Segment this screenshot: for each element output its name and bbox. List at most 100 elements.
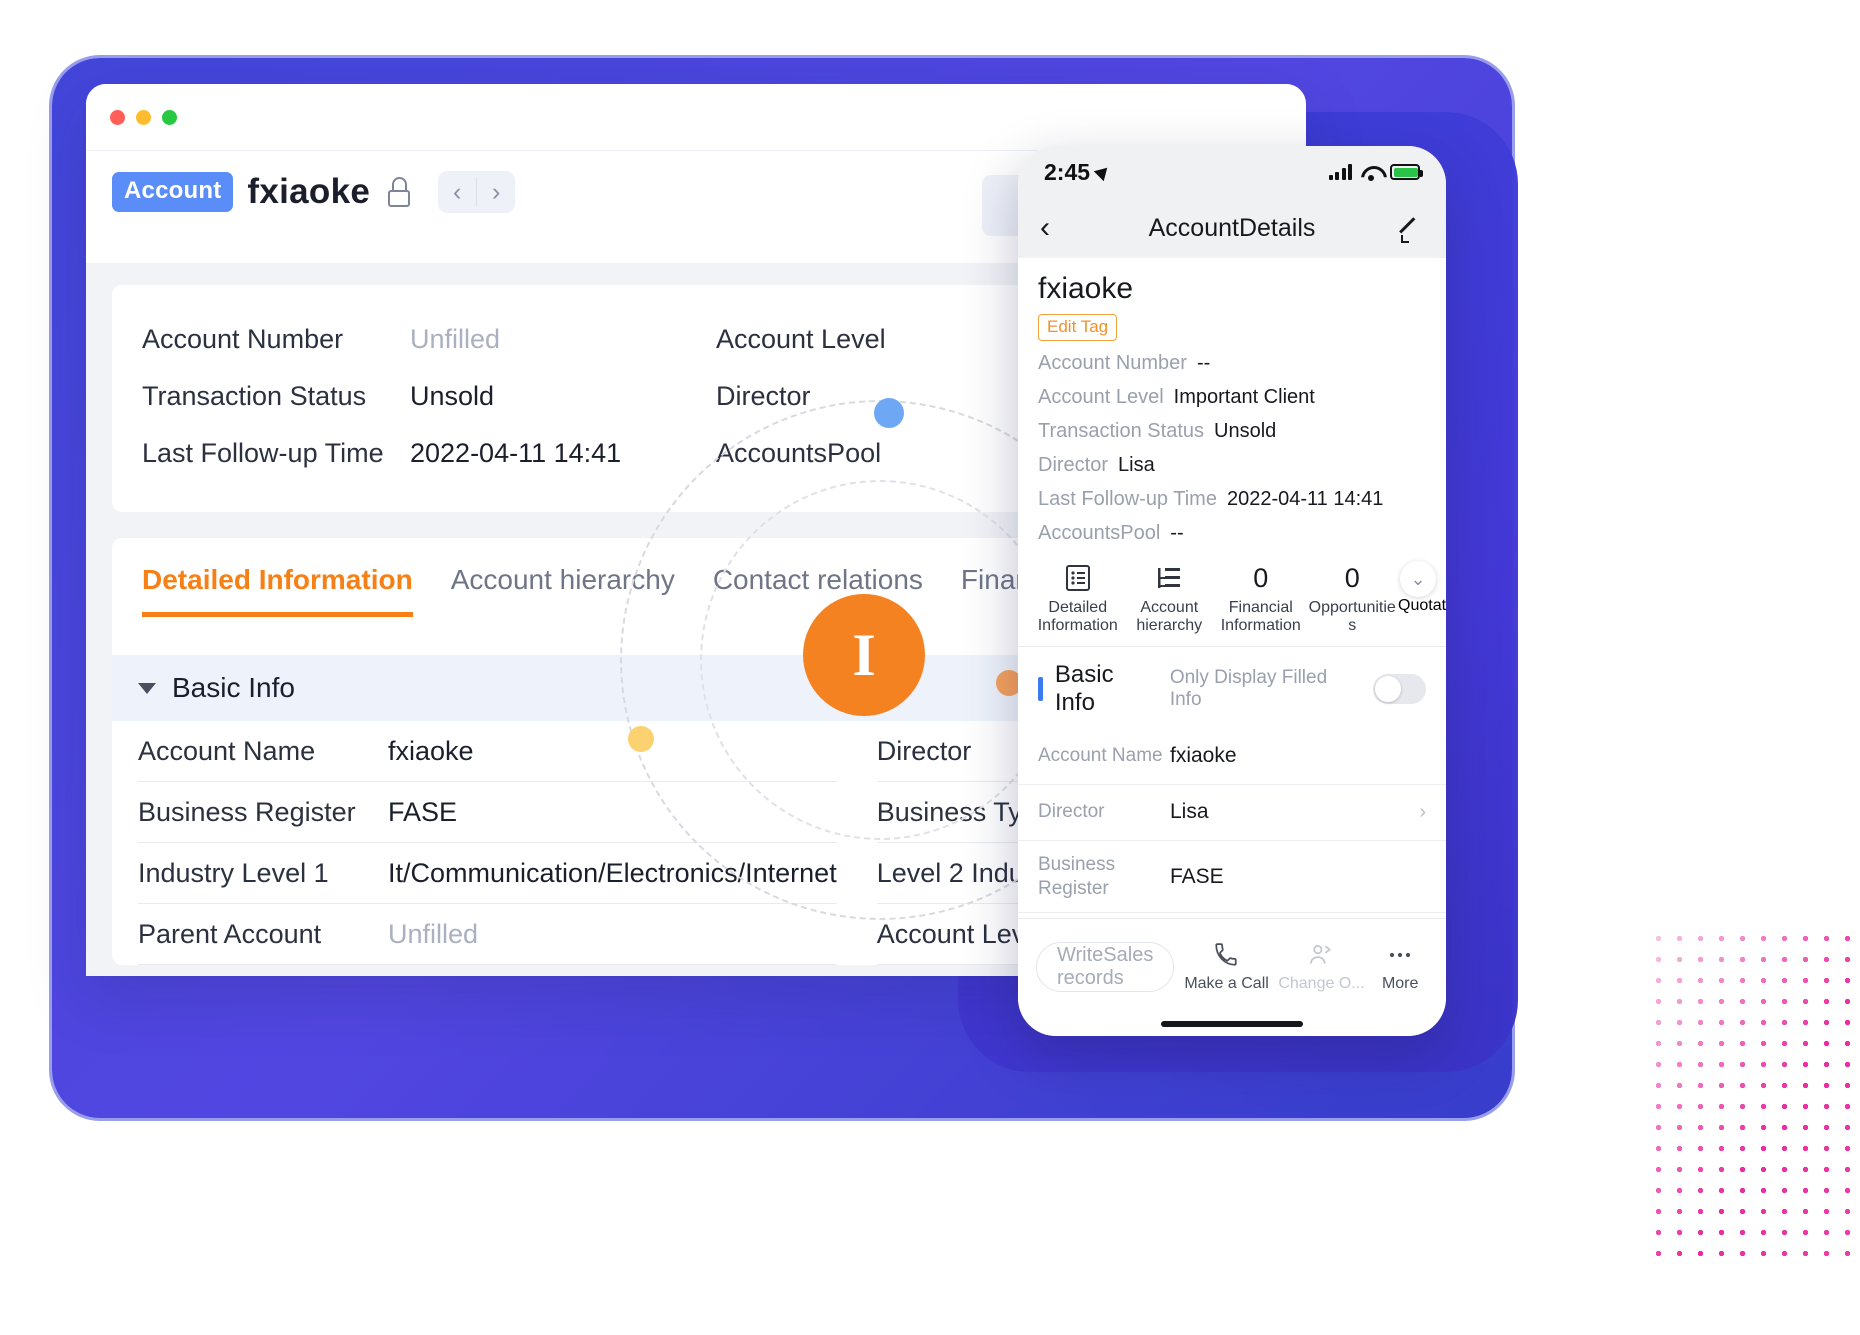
action-label: Make a Call (1184, 975, 1269, 992)
tab-detailed-information[interactable]: Detailed Information (142, 564, 413, 617)
detail-value: It/Communication/Electronics/Internet (388, 857, 837, 888)
phone-summary-label: Account Number (1038, 352, 1187, 374)
detail-label: Parent Account (138, 918, 322, 949)
detail-row: Parent Account Unfilled (138, 904, 837, 965)
phone-summary-row: Account Number -- (1038, 352, 1426, 375)
change-owner-icon (1278, 940, 1362, 970)
phone-summary-label: Account Level (1038, 386, 1164, 408)
signal-bars-icon (1328, 164, 1352, 180)
phone-summary-value: 2022-04-11 14:41 (1226, 488, 1384, 510)
summary-label: Director (716, 381, 811, 411)
page-title: fxiaoke (247, 172, 371, 211)
decorative-dot-blue (874, 398, 904, 428)
summary-value: Unfilled (410, 324, 501, 354)
detail-value: Unfilled (388, 918, 479, 949)
phone-summary-row: Director Lisa (1038, 454, 1426, 477)
phone-field-row[interactable]: Account Name fxiaoke (1018, 729, 1446, 785)
summary-row: Transaction Status Unsold (142, 368, 676, 425)
detail-value: fxiaoke (388, 735, 474, 766)
status-icons (1328, 164, 1423, 181)
phone-tab-count: 0 (1253, 563, 1269, 593)
only-filled-toggle[interactable] (1373, 673, 1427, 704)
phone-tab-account-hierarchy[interactable]: Account hierarchy (1124, 561, 1216, 636)
previous-record-button[interactable]: ‹ (438, 171, 476, 213)
pencil-icon[interactable] (1398, 215, 1424, 243)
summary-label: Account Level (716, 324, 886, 354)
only-filled-control: Only Display Filled Info (1169, 666, 1427, 711)
phone-summary-row: AccountsPool -- (1038, 522, 1426, 545)
phone-tab-label: Opportunities (1308, 599, 1396, 635)
window-maximize-button[interactable] (162, 109, 177, 125)
phone-field-value: fxiaoke (1170, 744, 1237, 768)
battery-charging-icon (1390, 164, 1423, 180)
change-owner-button[interactable]: Change O... (1278, 940, 1365, 993)
phone-page-title: AccountDetails (1148, 213, 1316, 242)
phone-summary-label: Last Follow-up Time (1038, 488, 1217, 510)
phone-mockup: 2:45 ‹ AccountDetails fxiaoke Edit Tag A… (1018, 146, 1446, 1036)
screenshot-stage: Account fxiaoke ‹ › Edit Change (0, 0, 1860, 1335)
detail-row: Business Register FASE (138, 782, 837, 843)
summary-row: Account Number Unfilled (142, 311, 676, 368)
phone-tab-strip: Detailed Information Account hierarchy 0… (1018, 545, 1446, 647)
location-arrow-icon (1093, 162, 1113, 182)
section-accent-bar (1038, 676, 1043, 701)
phone-field-value: FASE (1170, 864, 1224, 888)
home-indicator (1161, 1021, 1303, 1027)
summary-value: 2022-04-11 14:41 (410, 438, 622, 468)
window-close-button[interactable] (110, 109, 125, 125)
phone-tab-label: Quotat (1398, 597, 1446, 614)
phone-field-label: Business Register (1038, 853, 1116, 899)
phone-summary-row: Transaction Status Unsold (1038, 420, 1426, 443)
window-minimize-button[interactable] (136, 109, 151, 125)
phone-summary-label: Director (1038, 454, 1109, 476)
phone-summary-value: Lisa (1118, 454, 1155, 476)
phone-field-row[interactable]: Director Lisa › (1018, 785, 1446, 841)
phone-bottom-bar: WriteSales records Make a Call Change O.… (1018, 918, 1446, 1036)
phone-tab-count: 0 (1344, 563, 1360, 593)
phone-tab-detailed-information[interactable]: Detailed Information (1032, 561, 1124, 636)
make-a-call-button[interactable]: Make a Call (1184, 940, 1269, 993)
phone-summary-value: -- (1196, 352, 1211, 374)
summary-label: Account Number (142, 324, 344, 354)
phone-section-title: Basic Info (1054, 660, 1114, 716)
phone-summary-label: AccountsPool (1038, 522, 1161, 544)
phone-field-label: Account Name (1038, 745, 1163, 767)
summary-row: Last Follow-up Time 2022-04-11 14:41 (142, 425, 676, 482)
object-type-badge: Account (112, 172, 234, 212)
phone-tab-label: Account hierarchy (1136, 599, 1203, 635)
next-record-button[interactable]: › (477, 171, 515, 213)
phone-tab-more[interactable]: ⌄ Quotat (1398, 561, 1446, 615)
wifi-icon (1361, 165, 1381, 181)
phone-field-row[interactable]: Business Register FASE (1018, 841, 1446, 914)
phone-summary-section: fxiaoke Edit Tag Account Number -- Accou… (1018, 258, 1446, 545)
list-detail-icon (1032, 561, 1124, 595)
more-dots-icon (1372, 940, 1428, 970)
phone-icon (1184, 940, 1268, 970)
unlock-icon (386, 177, 412, 207)
detail-label: Business Register (138, 796, 356, 827)
phone-summary-value: -- (1170, 522, 1184, 544)
phone-nav-bar: ‹ AccountDetails (1018, 198, 1446, 258)
phone-status-bar: 2:45 (1018, 146, 1446, 198)
phone-summary-value: Unsold (1214, 420, 1277, 442)
phone-summary-label: Transaction Status (1038, 420, 1205, 442)
phone-tab-label: Detailed Information (1037, 599, 1118, 635)
phone-tab-opportunities[interactable]: 0 Opportunities (1307, 561, 1399, 636)
phone-account-name: fxiaoke (1038, 272, 1134, 305)
chevron-down-icon: ⌄ (1400, 561, 1436, 597)
write-sales-records-input[interactable]: WriteSales records (1036, 941, 1175, 992)
phone-tab-financial-information[interactable]: 0 Financial Information (1215, 561, 1307, 636)
phone-field-value: Lisa (1170, 800, 1209, 824)
status-time: 2:45 (1044, 158, 1113, 186)
orange-badge-icon: I (803, 594, 925, 716)
detail-value: FASE (388, 796, 458, 827)
edit-tag-button[interactable]: Edit Tag (1038, 314, 1118, 341)
detail-label: Account Name (138, 735, 316, 766)
hierarchy-icon (1124, 561, 1216, 595)
only-filled-label: Only Display Filled Info (1169, 666, 1328, 710)
status-time-text: 2:45 (1044, 158, 1091, 185)
detail-label: Industry Level 1 (138, 857, 329, 888)
tab-account-hierarchy[interactable]: Account hierarchy (451, 564, 675, 617)
decorative-dot-grid (1648, 928, 1858, 1258)
more-button[interactable]: More (1372, 940, 1428, 993)
